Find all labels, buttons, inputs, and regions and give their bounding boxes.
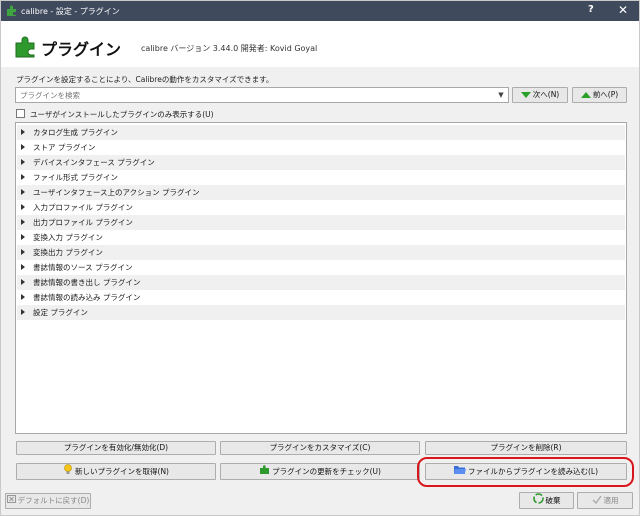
toggle-plugin-button[interactable]: プラグインを有効化/無効化(D) — [16, 441, 216, 455]
tree-row-label: 書誌情報の読み込み プラグイン — [33, 293, 141, 302]
expand-arrow-icon[interactable] — [21, 234, 25, 240]
plugin-search-input[interactable] — [16, 88, 492, 102]
help-icon[interactable]: ? — [588, 4, 594, 15]
check-updates-button[interactable]: プラグインの更新をチェック(U) — [220, 463, 420, 480]
get-new-plugins-button[interactable]: 新しいプラグインを取得(N) — [16, 463, 216, 480]
next-button-label: 次へ(N) — [532, 90, 560, 99]
expand-arrow-icon[interactable] — [21, 189, 25, 195]
expand-arrow-icon[interactable] — [21, 144, 25, 150]
tree-row-label: 変換出力 プラグイン — [33, 248, 103, 257]
next-button[interactable]: 次へ(N) — [512, 87, 568, 103]
tree-row-label: カタログ生成 プラグイン — [33, 128, 118, 137]
tree-row[interactable]: 設定 プラグイン — [17, 305, 625, 320]
page-header: プラグイン calibre バージョン 3.44.0 開発者: Kovid Go… — [1, 21, 639, 67]
expand-arrow-icon[interactable] — [21, 309, 25, 315]
previous-button[interactable]: 前へ(P) — [572, 87, 627, 103]
tree-row-label: 書誌情報の書き出し プラグイン — [33, 278, 141, 287]
tree-row-label: 入力プロファイル プラグイン — [33, 203, 133, 212]
remove-plugin-button[interactable]: プラグインを削除(R) — [425, 441, 627, 455]
page-title: プラグイン — [41, 40, 122, 59]
highlight-annotation — [417, 457, 634, 487]
green-up-arrow-icon — [580, 92, 591, 98]
expand-arrow-icon[interactable] — [21, 249, 25, 255]
tree-row[interactable]: 入力プロファイル プラグイン — [17, 200, 625, 215]
puzzle-piece-icon — [14, 35, 38, 61]
tree-row-label: ファイル形式 プラグイン — [33, 173, 118, 182]
chevron-down-icon[interactable]: ▼ — [496, 90, 506, 100]
tree-row-label: 出力プロファイル プラグイン — [33, 218, 133, 227]
close-icon[interactable]: ✕ — [618, 3, 628, 17]
expand-arrow-icon[interactable] — [21, 204, 25, 210]
lightbulb-icon — [63, 464, 73, 480]
tree-row[interactable]: デバイスインタフェース プラグイン — [17, 155, 625, 170]
tree-row-label: 変換入力 プラグイン — [33, 233, 103, 242]
restore-defaults-button[interactable]: デフォルトに戻す(D) — [5, 493, 91, 509]
window-title: calibre - 設定 - プラグイン — [21, 7, 120, 16]
preferences-window: calibre - 設定 - プラグイン ? ✕ プラグイン calibre バ… — [0, 0, 640, 516]
clear-icon — [6, 494, 16, 508]
expand-arrow-icon[interactable] — [21, 219, 25, 225]
tree-row[interactable]: 書誌情報の書き出し プラグイン — [17, 275, 625, 290]
tree-row[interactable]: 書誌情報の読み込み プラグイン — [17, 290, 625, 305]
check-updates-label: プラグインの更新をチェック(U) — [272, 467, 381, 476]
version-text: calibre バージョン 3.44.0 開発者: Kovid Goyal — [141, 44, 318, 53]
plugin-updates-icon — [259, 464, 270, 480]
user-installed-only-label: ユーザがインストールしたプラグインのみ表示する(U) — [30, 110, 214, 119]
restore-defaults-label: デフォルトに戻す(D) — [17, 496, 90, 505]
customize-plugin-button[interactable]: プラグインをカスタマイズ(C) — [220, 441, 420, 455]
apply-button[interactable]: 適用 — [577, 492, 633, 509]
tree-row-label: デバイスインタフェース プラグイン — [33, 158, 155, 167]
previous-button-label: 前へ(P) — [592, 90, 619, 99]
discard-button[interactable]: 破棄 — [519, 492, 574, 509]
expand-arrow-icon[interactable] — [21, 279, 25, 285]
plugin-search-box[interactable]: ▼ — [15, 87, 509, 103]
expand-arrow-icon[interactable] — [21, 264, 25, 270]
get-new-plugins-label: 新しいプラグインを取得(N) — [75, 467, 169, 476]
user-installed-only-checkbox[interactable] — [16, 109, 25, 118]
title-bar: calibre - 設定 - プラグイン ? ✕ — [1, 1, 639, 21]
tree-row-label: 書誌情報のソース プラグイン — [33, 263, 133, 272]
plugin-tree[interactable]: カタログ生成 プラグイン ストア プラグイン デバイスインタフェース プラグイン… — [15, 122, 627, 434]
tree-row[interactable]: 書誌情報のソース プラグイン — [17, 260, 625, 275]
tree-row[interactable]: 変換出力 プラグイン — [17, 245, 625, 260]
apply-label: 適用 — [603, 496, 619, 505]
expand-arrow-icon[interactable] — [21, 129, 25, 135]
green-down-arrow-icon — [520, 92, 531, 98]
tree-row[interactable]: ストア プラグイン — [17, 140, 625, 155]
tree-row-label: ストア プラグイン — [33, 143, 96, 152]
expand-arrow-icon[interactable] — [21, 294, 25, 300]
tree-row[interactable]: 変換入力 プラグイン — [17, 230, 625, 245]
tree-row[interactable]: カタログ生成 プラグイン — [17, 125, 625, 140]
tree-row[interactable]: ファイル形式 プラグイン — [17, 170, 625, 185]
checkmark-icon — [592, 494, 602, 509]
tree-row-label: ユーザインタフェース上のアクション プラグイン — [33, 188, 200, 197]
recycle-icon — [532, 493, 544, 509]
tree-row[interactable]: 出力プロファイル プラグイン — [17, 215, 625, 230]
discard-label: 破棄 — [545, 496, 561, 505]
tree-row[interactable]: ユーザインタフェース上のアクション プラグイン — [17, 185, 625, 200]
description-text: プラグインを設定することにより、Calibreの動作をカスタマイズできます。 — [16, 75, 274, 84]
expand-arrow-icon[interactable] — [21, 159, 25, 165]
expand-arrow-icon[interactable] — [21, 174, 25, 180]
calibre-app-icon — [5, 4, 18, 19]
tree-row-label: 設定 プラグイン — [33, 308, 88, 317]
